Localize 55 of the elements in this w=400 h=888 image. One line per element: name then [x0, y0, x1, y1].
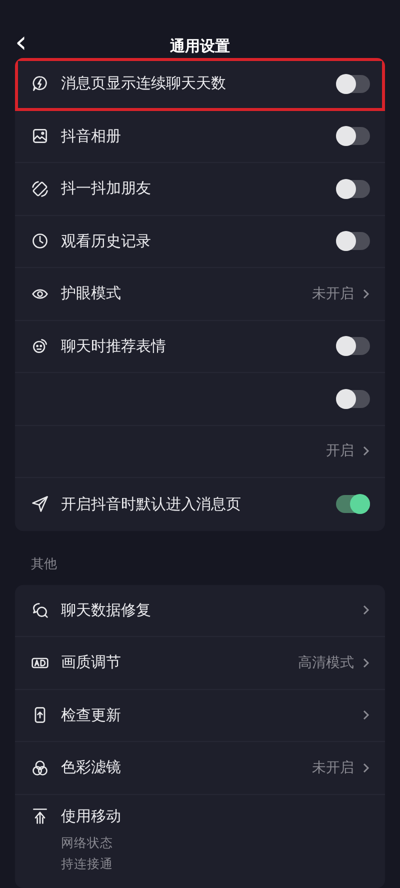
section-title: 其他 [30, 556, 58, 574]
toggle-switch[interactable] [336, 74, 370, 93]
setting-row[interactable]: 开启抖音时默认进入消息页 [15, 478, 385, 530]
chevron-icon [362, 445, 370, 458]
chevron-icon [362, 604, 370, 616]
setting-row[interactable]: 画质调节 高清模式 [15, 637, 385, 690]
setting-label: 检查更新 [61, 706, 122, 725]
setting-value: 未开启 [312, 284, 354, 303]
circles-icon [31, 758, 49, 777]
chevron-icon [362, 709, 370, 722]
setting-label: 护眼模式 [61, 284, 122, 304]
highlighted-setting-row[interactable]: 消息页显示连续聊天天数 [15, 58, 385, 110]
clock-icon [31, 232, 49, 250]
setting-row[interactable]: 抖音相册 [15, 110, 385, 163]
toggle-switch[interactable] [336, 180, 370, 198]
upload-icon [31, 806, 49, 824]
toggle-switch[interactable] [336, 127, 370, 146]
bolt-icon [31, 74, 49, 93]
toggle-switch[interactable] [336, 495, 370, 514]
back-button[interactable]: ‹ [15, 28, 27, 58]
setting-label: 观看历史记录 [61, 232, 152, 251]
chevron-icon [362, 656, 370, 669]
send-icon [31, 495, 49, 514]
setting-row[interactable]: 观看历史记录 [15, 216, 385, 268]
setting-label: 抖音相册 [61, 126, 122, 146]
setting-row[interactable]: 聊天时推荐表情 [15, 320, 385, 373]
setting-label: 使用移动 [61, 806, 122, 826]
rotate-icon [31, 180, 49, 198]
toggle-switch[interactable] [336, 337, 370, 356]
chat-icon [31, 601, 49, 620]
setting-row[interactable]: 开启 [15, 426, 385, 478]
toggle-switch[interactable] [336, 390, 370, 408]
setting-label: 消息页显示连续聊天天数 [61, 74, 227, 94]
setting-label: 色彩滤镜 [61, 758, 122, 778]
setting-label: 抖一抖加朋友 [61, 179, 152, 198]
setting-value: 未开启 [312, 758, 354, 777]
setting-description: 网络状态 持连接通 [61, 834, 114, 872]
setting-value: 开启 [326, 442, 354, 460]
setting-value: 高清模式 [298, 654, 354, 672]
setting-row[interactable]: 色彩滤镜 未开启 [15, 742, 385, 794]
setting-row[interactable]: 使用移动 网络状态 持连接通 [15, 794, 385, 888]
setting-label: 聊天时推荐表情 [61, 336, 167, 356]
setting-row[interactable]: 护眼模式 未开启 [15, 268, 385, 320]
album-icon [31, 127, 49, 146]
setting-row[interactable]: 聊天数据修复 [15, 584, 385, 637]
setting-label: 开启抖音时默认进入消息页 [61, 494, 242, 514]
chevron-icon [362, 762, 370, 774]
setting-row[interactable]: 抖一抖加朋友 [15, 163, 385, 216]
chevron-icon [362, 288, 370, 300]
toggle-switch[interactable] [336, 232, 370, 250]
setting-label: 聊天数据修复 [61, 600, 152, 620]
page-title: 通用设置 [170, 37, 230, 56]
setting-row[interactable]: 检查更新 [15, 690, 385, 742]
emoji-icon [31, 337, 49, 356]
setting-label: 画质调节 [61, 653, 122, 672]
